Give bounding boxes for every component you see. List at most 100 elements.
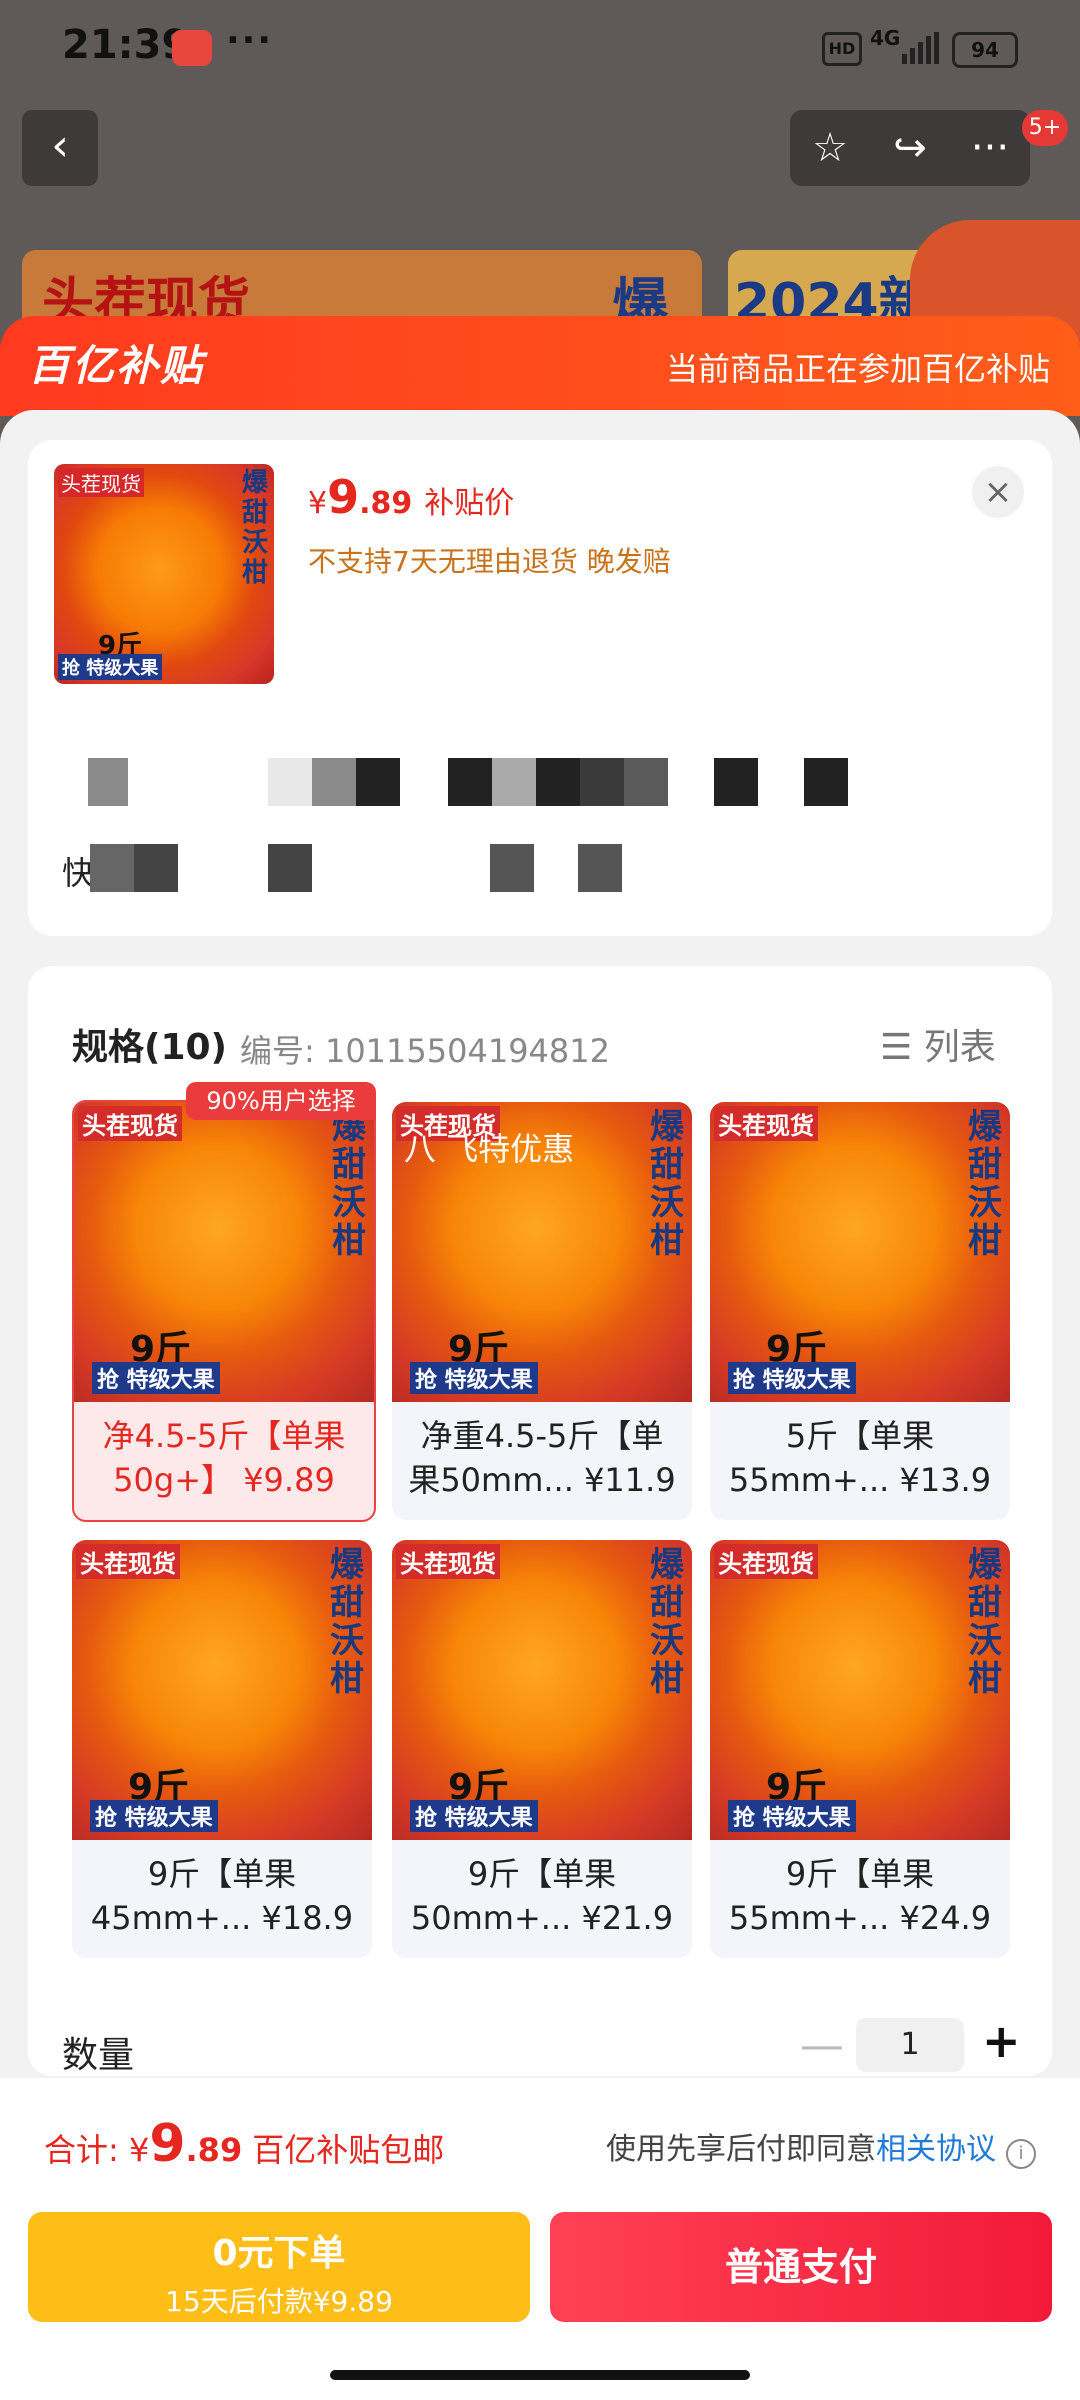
spec-caption-line1: 5斤【单果 [785, 1417, 935, 1455]
normal-pay-button[interactable]: 普通支付 [550, 2212, 1052, 2322]
spec-option[interactable]: 头茬现货 爆甜沃柑 9斤 抢 特级大果 5斤【单果 55mm+... ¥13.9 [710, 1102, 1010, 1520]
spec-caption: 净重4.5-5斤【单 果50mm... ¥11.9 [392, 1414, 692, 1502]
agreement-link[interactable]: 相关协议 [876, 2132, 996, 2167]
spec-title: 规格(10) [72, 1027, 228, 1068]
agreement-text: 使用先享后付即同意相关协议 i [606, 2124, 1036, 2169]
redacted-address-row [90, 844, 650, 892]
product-thumbnail: 头茬现货 爆甜沃柑 9斤 抢 特级大果 [54, 464, 274, 684]
spec-caption-line2: 55mm+... ¥24.9 [728, 1899, 992, 1937]
spec-image-tag: 头茬现货 [78, 1106, 182, 1141]
total-price: 合计: ¥9.89 百亿补贴包邮 [44, 2114, 444, 2174]
spec-option[interactable]: 头茬现货 爆甜沃柑 9斤 抢 特级大果 9斤【单果 55mm+... ¥24.9 [710, 1540, 1010, 1958]
spec-caption-line1: 净重4.5-5斤【单 [420, 1417, 664, 1455]
total-decimal: .89 [185, 2131, 243, 2169]
pay-later-subtitle: 15天后付款¥9.89 [165, 2285, 393, 2318]
spec-option[interactable]: 头茬现货 爆甜沃柑 9斤 抢 特级大果 净4.5-5斤【单果 50g+】 ¥9.8… [72, 1100, 376, 1522]
list-view-button[interactable]: ☰ 列表 [880, 1018, 996, 1070]
pay-later-title: 0元下单 [212, 2233, 346, 2274]
spec-caption-line1: 9斤【单果 [467, 1855, 617, 1893]
share-icon[interactable]: ↪ [870, 110, 950, 186]
app-notification-icon [172, 30, 212, 66]
spec-caption-line2: 45mm+... ¥18.9 [90, 1899, 354, 1937]
spec-image-tag: 头茬现货 [76, 1544, 180, 1579]
price-row: ¥9.89 补贴价 [308, 470, 514, 524]
back-button[interactable]: ‹ [22, 110, 98, 186]
spec-caption-line1: 净4.5-5斤【单果 [102, 1417, 346, 1455]
network-label: 4G [870, 26, 901, 50]
list-icon: ☰ [880, 1027, 924, 1068]
free-shipping-tag: 百亿补贴包邮 [252, 2131, 445, 2169]
spec-image-tag-bottom: 抢 特级大果 [90, 1800, 218, 1832]
status-time: 21:39 [62, 22, 190, 68]
battery-icon: 94 [952, 32, 1018, 68]
agreement-prefix: 使用先享后付即同意 [606, 2132, 876, 2167]
price-currency: ¥ [308, 486, 328, 521]
spec-image-vertical-text: 爆甜沃柑 [968, 1545, 1002, 1699]
pay-later-button[interactable]: 0元下单 15天后付款¥9.89 [28, 2212, 530, 2322]
spec-image-tag-bottom: 抢 特级大果 [410, 1800, 538, 1832]
status-more-icon: ··· [226, 20, 274, 61]
spec-option[interactable]: 头茬现货 爆甜沃柑 八 飞特优惠 9斤 抢 特级大果 净重4.5-5斤【单 果50… [392, 1102, 692, 1520]
spec-image-vertical-text: 爆甜沃柑 [968, 1107, 1002, 1261]
spec-image: 头茬现货 爆甜沃柑 9斤 抢 特级大果 [74, 1102, 374, 1402]
thumb-tag-bottom: 抢 特级大果 [58, 654, 163, 680]
quantity-input[interactable]: 1 [856, 2018, 964, 2072]
spec-image-tag: 头茬现货 [714, 1544, 818, 1579]
price-label: 补贴价 [424, 486, 515, 521]
spec-image-tag-bottom: 抢 特级大果 [92, 1362, 220, 1394]
more-menu-icon[interactable]: ··· [950, 110, 1030, 186]
spec-caption-line1: 9斤【单果 [785, 1855, 935, 1893]
spec-image-tag-bottom: 抢 特级大果 [728, 1800, 856, 1832]
quantity-label: 数量 [62, 2035, 135, 2076]
home-indicator[interactable] [330, 2370, 750, 2380]
redacted-info-row [44, 758, 854, 806]
total-label: 合计: [44, 2131, 129, 2169]
hd-icon: HD [822, 32, 862, 66]
total-currency: ¥ [128, 2131, 150, 2169]
spec-caption-line2: 50mm+... ¥21.9 [410, 1899, 674, 1937]
status-bar: 21:39 ··· HD 4G 94 [0, 0, 1080, 100]
thumb-tag: 头茬现货 [58, 468, 144, 497]
spec-image-tag: 头茬现货 [714, 1106, 818, 1141]
list-view-label: 列表 [923, 1027, 996, 1068]
close-button[interactable]: × [972, 466, 1024, 518]
info-icon[interactable]: i [1006, 2139, 1036, 2169]
spec-caption-line2: 55mm+... ¥13.9 [728, 1461, 992, 1499]
spec-image-vertical-text: 爆甜沃柑 [650, 1107, 684, 1261]
spec-image: 头茬现货 爆甜沃柑 八 飞特优惠 9斤 抢 特级大果 [392, 1102, 692, 1402]
total-integer: 9 [149, 2114, 186, 2174]
quantity-decrease-button[interactable]: — [800, 2020, 844, 2071]
spec-image-tag-bottom: 抢 特级大果 [410, 1362, 538, 1394]
quantity-increase-button[interactable]: + [982, 2014, 1021, 2068]
spec-caption-line1: 9斤【单果 [147, 1855, 297, 1893]
price-decimal: .89 [359, 486, 413, 521]
spec-image-vertical-text: 爆甜沃柑 [330, 1545, 364, 1699]
spec-caption: 净4.5-5斤【单果 50g+】 ¥9.89 [74, 1414, 374, 1502]
spec-image-tag-bottom: 抢 特级大果 [728, 1362, 856, 1394]
favorite-icon[interactable]: ☆ [790, 110, 870, 186]
promo-text: 当前商品正在参加百亿补贴 [665, 350, 1050, 388]
spec-caption: 5斤【单果 55mm+... ¥13.9 [710, 1414, 1010, 1502]
service-notes: 不支持7天无理由退货 晚发赔 [308, 545, 671, 578]
spec-code: 编号: 10115504194812 [240, 1032, 610, 1070]
spec-caption: 9斤【单果 55mm+... ¥24.9 [710, 1852, 1010, 1940]
price-integer: 9 [327, 470, 360, 524]
spec-option[interactable]: 头茬现货 爆甜沃柑 9斤 抢 特级大果 9斤【单果 50mm+... ¥21.9 [392, 1540, 692, 1958]
spec-image-vertical-text: 爆甜沃柑 [650, 1545, 684, 1699]
spec-image-vertical-text: 爆甜沃柑 [332, 1107, 366, 1261]
spec-caption: 9斤【单果 50mm+... ¥21.9 [392, 1852, 692, 1940]
spec-image: 头茬现货 爆甜沃柑 9斤 抢 特级大果 [72, 1540, 372, 1840]
popular-choice-badge: 90%用户选择 [186, 1082, 376, 1120]
spec-caption: 9斤【单果 45mm+... ¥18.9 [72, 1852, 372, 1940]
message-badge: 5+ [1022, 110, 1068, 146]
spec-caption-line2: 果50mm... ¥11.9 [408, 1461, 676, 1499]
spec-option[interactable]: 头茬现货 爆甜沃柑 9斤 抢 特级大果 9斤【单果 45mm+... ¥18.9 [72, 1540, 372, 1958]
signal-icon [902, 32, 939, 64]
brand-logo: 百亿补贴 [28, 341, 205, 390]
spec-caption-line2: 50g+】 ¥9.89 [113, 1461, 335, 1499]
thumb-vertical-text: 爆甜沃柑 [242, 468, 269, 588]
promo-overlay-text: 八 飞特优惠 [404, 1130, 575, 1168]
spec-image: 头茬现货 爆甜沃柑 9斤 抢 特级大果 [710, 1540, 1010, 1840]
top-actions-bar: ☆ ↪ ··· [790, 110, 1030, 186]
spec-image: 头茬现货 爆甜沃柑 9斤 抢 特级大果 [392, 1540, 692, 1840]
